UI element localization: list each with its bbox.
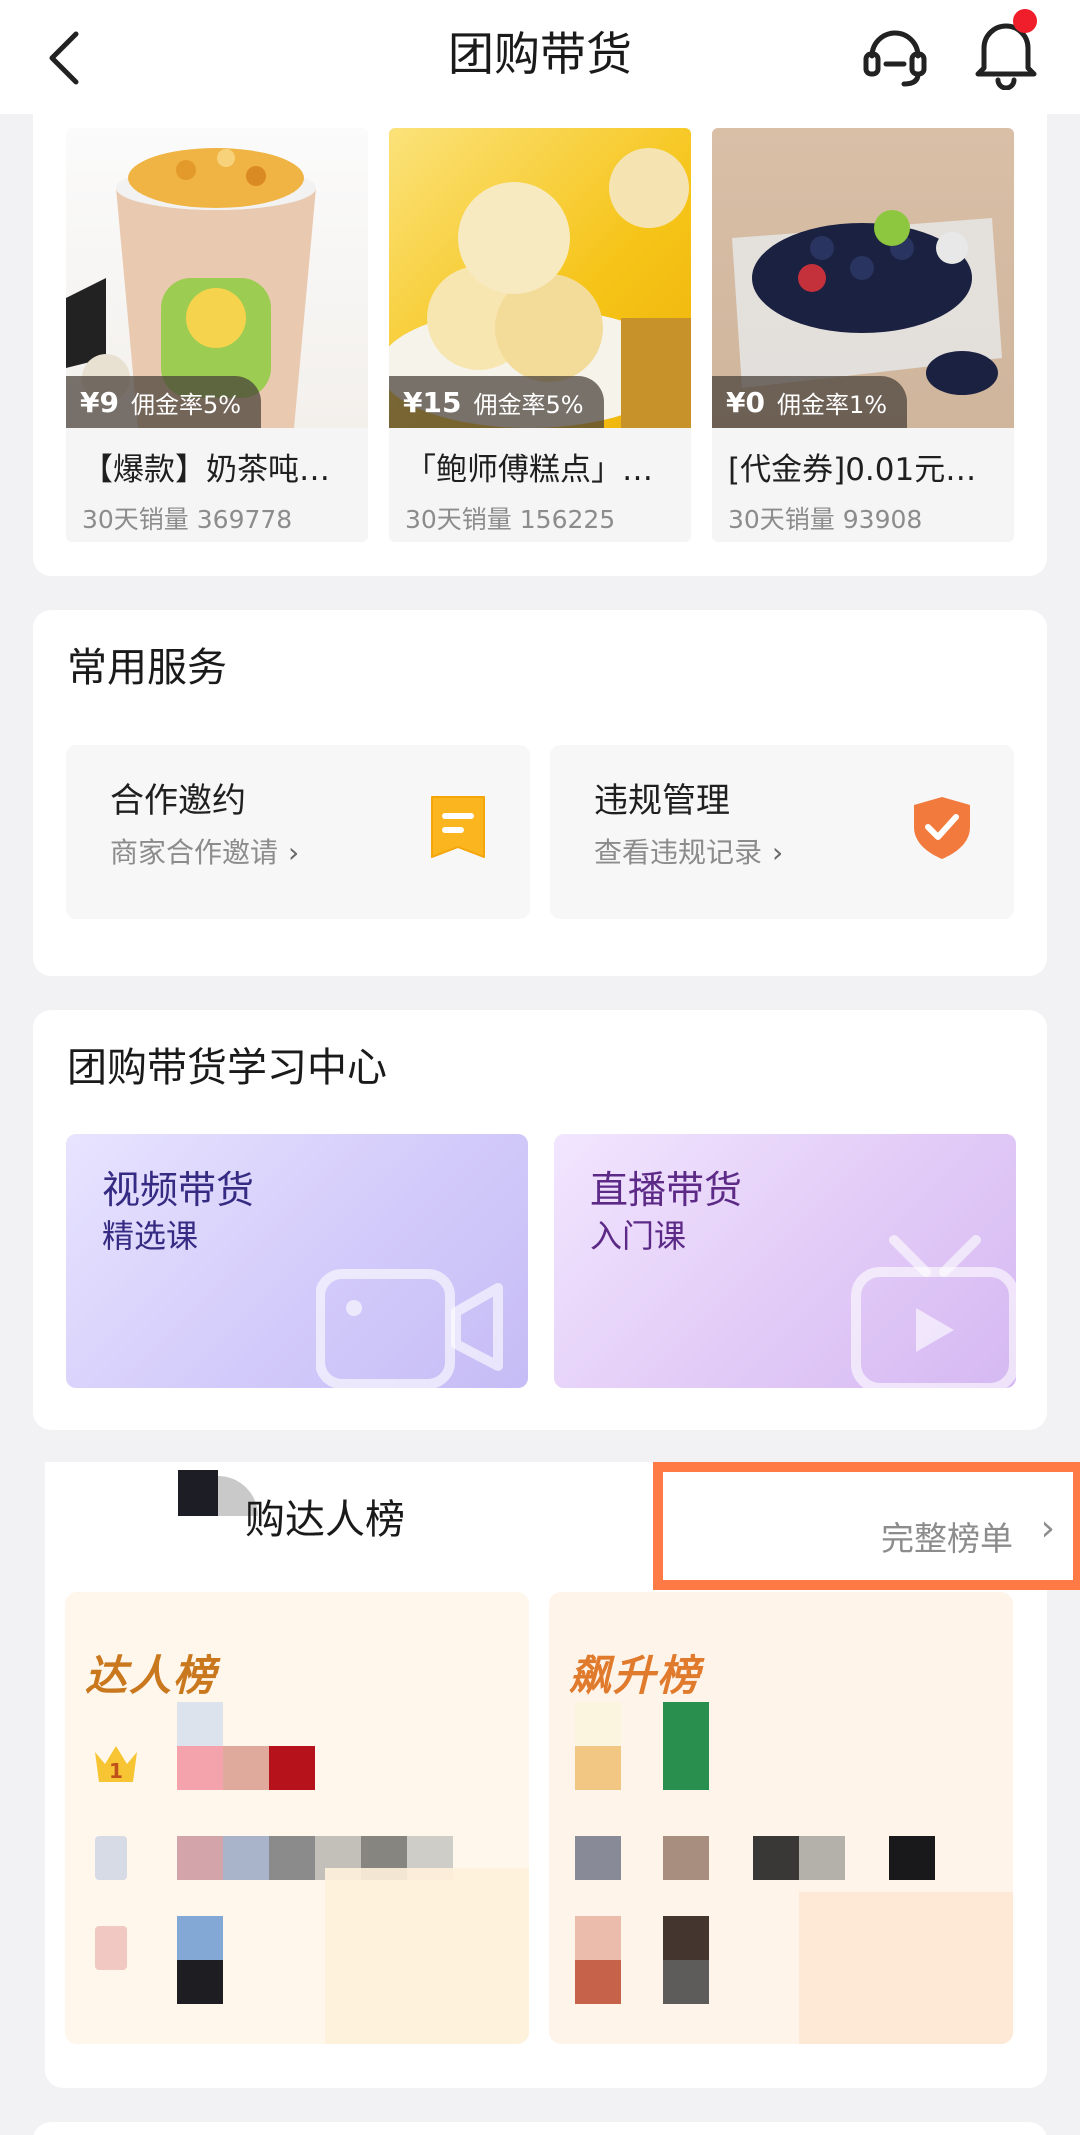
top-bar: 团购带货 (0, 0, 1080, 114)
expert-ranking-panel[interactable]: 达人榜 1 (65, 1592, 529, 2044)
video-camera-icon (316, 1269, 503, 1388)
common-services-section: 常用服务 合作邀约 商家合作邀请 › 违规管理 查看违规记录 › (33, 610, 1047, 976)
product-card[interactable]: ¥15 佣金率5% 「鲍师傅糕点」… 30天销量 156225 (389, 128, 691, 542)
document-icon (431, 796, 485, 858)
ranking-section: 购达人榜 完整榜单 › 达人榜 1 飙升榜 (45, 1462, 1080, 2088)
panel-title: 飙升榜 (569, 1651, 702, 1700)
product-sales: 30天销量 156225 (405, 505, 616, 534)
full-list-button[interactable]: 完整榜单 › (653, 1462, 1080, 1590)
course-title: 视频带货 (102, 1168, 255, 1212)
price-tag: ¥9 佣金率5% (66, 376, 262, 428)
chevron-right-icon: › (1040, 1508, 1055, 1549)
commission-rate: 佣金率1% (776, 390, 888, 419)
commission-rate: 佣金率5% (130, 390, 242, 419)
chevron-right-icon: › (288, 836, 300, 869)
tv-play-icon (851, 1235, 1016, 1388)
section-title: 购达人榜 (245, 1497, 405, 1543)
rank-1-crown-icon: 1 (95, 1746, 137, 1783)
service-title: 违规管理 (594, 781, 730, 821)
next-section-edge (33, 2122, 1047, 2135)
product-name: 「鲍师傅糕点」… (405, 452, 653, 488)
course-video-sales[interactable]: 视频带货 精选课 (66, 1134, 528, 1388)
product-card[interactable]: ¥0 佣金率1% [代金券]0.01元… 30天销量 93908 (712, 128, 1014, 542)
price: ¥15 (403, 385, 462, 419)
svg-text:1: 1 (109, 1759, 123, 1783)
customer-service-icon[interactable] (860, 20, 930, 90)
rank-3-badge (95, 1926, 127, 1970)
course-live-sales[interactable]: 直播带货 入门课 (554, 1134, 1016, 1388)
section-title: 团购带货学习中心 (67, 1045, 387, 1091)
service-title: 合作邀约 (110, 781, 246, 821)
product-recommendation-section: ¥9 佣金率5% 【爆款】奶茶吨… 30天销量 369778 ¥15 佣金率5%… (33, 110, 1047, 576)
price: ¥0 (726, 385, 765, 419)
chevron-right-icon: › (772, 836, 784, 869)
avatar-mosaic (178, 1470, 218, 1516)
product-name: 【爆款】奶茶吨… (82, 452, 330, 488)
rank-2-badge (95, 1836, 127, 1880)
product-sales: 30天销量 93908 (728, 505, 923, 534)
service-subtitle: 商家合作邀请 (110, 836, 279, 869)
full-list-label: 完整榜单 (881, 1519, 1013, 1558)
price-tag: ¥0 佣金率1% (712, 376, 908, 428)
course-subtitle: 入门课 (590, 1217, 687, 1255)
course-title: 直播带货 (590, 1168, 743, 1212)
commission-rate: 佣金率5% (473, 390, 584, 419)
panel-title: 达人榜 (85, 1651, 218, 1700)
shield-check-icon (914, 797, 970, 859)
price: ¥9 (80, 385, 119, 419)
learning-center-section: 团购带货学习中心 视频带货 精选课 直播带货 入门课 (33, 1010, 1047, 1430)
service-subtitle: 查看违规记录 (594, 836, 763, 869)
section-title: 常用服务 (67, 645, 227, 691)
rising-ranking-panel[interactable]: 飙升榜 (549, 1592, 1013, 2044)
product-card[interactable]: ¥9 佣金率5% 【爆款】奶茶吨… 30天销量 369778 (66, 128, 368, 542)
course-subtitle: 精选课 (102, 1217, 199, 1255)
price-tag: ¥15 佣金率5% (389, 376, 604, 428)
service-violation-management[interactable]: 违规管理 查看违规记录 › (550, 745, 1014, 919)
service-cooperation-invite[interactable]: 合作邀约 商家合作邀请 › (66, 745, 530, 919)
notification-badge (1013, 9, 1037, 33)
product-sales: 30天销量 369778 (82, 505, 293, 534)
product-name: [代金券]0.01元… (728, 452, 977, 488)
